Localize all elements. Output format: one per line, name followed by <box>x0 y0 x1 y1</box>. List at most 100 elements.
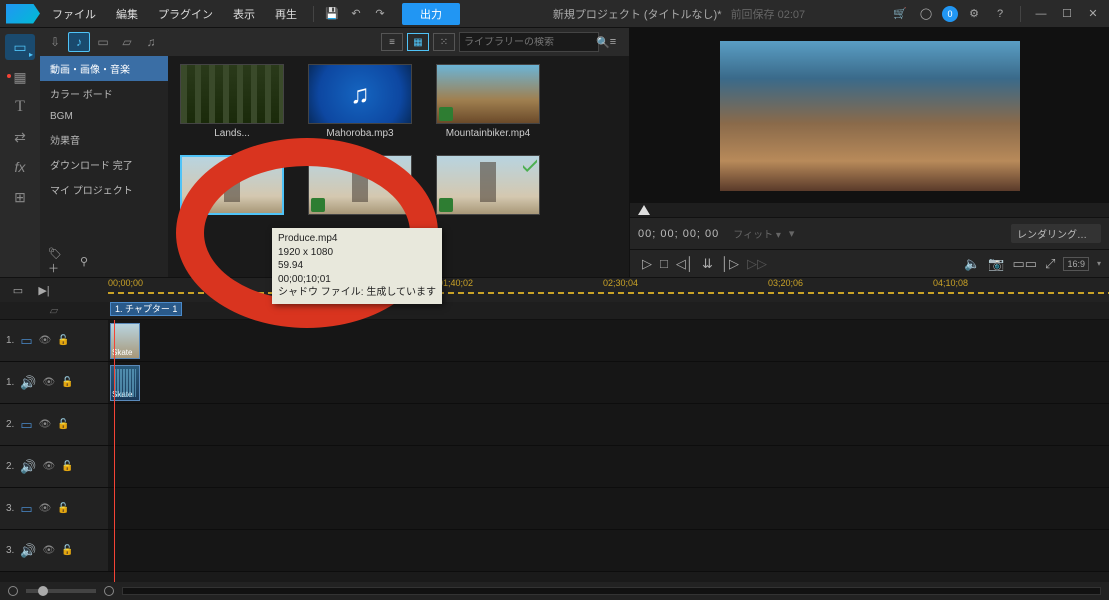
track-body[interactable]: Skate <box>108 362 1109 403</box>
next-frame-icon[interactable]: │▷ <box>721 256 739 272</box>
media-menu-icon[interactable]: ≡ <box>603 32 623 52</box>
media-thumb[interactable]: Lands... <box>180 64 284 139</box>
category-item-bgm[interactable]: BGM <box>40 106 168 127</box>
tab-video-icon[interactable]: ▭ <box>92 32 114 52</box>
track-body[interactable]: Skate <box>108 320 1109 361</box>
category-item-myproject[interactable]: マイ プロジェクト <box>40 177 168 202</box>
search-input[interactable]: 🔍 <box>459 32 599 52</box>
tab-music-icon[interactable]: ♪ <box>68 32 90 52</box>
menu-plugin[interactable]: プラグイン <box>150 2 221 26</box>
tab-audio-icon[interactable]: ♫ <box>140 32 162 52</box>
thumb-image[interactable] <box>308 155 412 215</box>
view-grid-small-icon[interactable]: ⁙ <box>433 33 455 51</box>
render-preview-button[interactable]: レンダリングプレビ... <box>1011 224 1101 243</box>
track-head[interactable]: 1.▭👁🔓 <box>0 320 108 361</box>
minimize-icon[interactable]: — <box>1031 4 1051 24</box>
rail-overlay[interactable]: ⊞ <box>5 184 35 210</box>
category-item-sfx[interactable]: 効果音 <box>40 127 168 152</box>
preview-seek-bar[interactable] <box>630 203 1109 217</box>
lock-icon[interactable]: 🔓 <box>57 335 69 346</box>
lock-icon[interactable]: 🔓 <box>57 503 69 514</box>
timeline-ruler[interactable]: 00;00;0000;50;0001;40;0202;30;0403;20;06… <box>108 278 1109 302</box>
prev-frame-icon[interactable]: ◁│ <box>676 256 694 272</box>
stop-icon[interactable]: □ <box>660 256 668 272</box>
track-head[interactable]: 2.🔊👁🔓 <box>0 446 108 487</box>
visibility-icon[interactable]: 👁 <box>43 377 56 388</box>
visibility-icon[interactable]: 👁 <box>39 503 52 514</box>
zoom-slider[interactable] <box>26 589 96 593</box>
thumb-image[interactable] <box>436 155 540 215</box>
tag-filter-icon[interactable]: ⚲ <box>74 251 94 271</box>
export-button[interactable]: 出力 <box>402 3 460 25</box>
media-thumb[interactable] <box>436 155 540 219</box>
visibility-icon[interactable]: 👁 <box>39 419 52 430</box>
category-item-downloaded[interactable]: ダウンロード 完了 <box>40 152 168 177</box>
step-icon[interactable]: ⇊ <box>702 256 713 272</box>
media-thumb[interactable] <box>180 155 284 219</box>
tab-image-icon[interactable]: ▱ <box>116 32 138 52</box>
rail-fx[interactable]: fx <box>5 154 35 180</box>
rail-transition[interactable]: ⇄ <box>5 124 35 150</box>
fit-dropdown[interactable]: フィット ▾ <box>733 226 781 241</box>
chapter-tag[interactable]: 1. チャプター 1 <box>110 302 182 316</box>
lock-icon[interactable]: 🔓 <box>61 545 73 556</box>
thumb-image[interactable] <box>180 155 284 215</box>
redo-icon[interactable]: ↷ <box>370 4 390 24</box>
track-head[interactable]: 3.▭👁🔓 <box>0 488 108 529</box>
lock-icon[interactable]: 🔓 <box>57 419 69 430</box>
tl-marker-icon[interactable]: ▭ <box>8 280 28 300</box>
media-thumb[interactable]: Mountainbiker.mp4 <box>436 64 540 139</box>
account-icon[interactable]: ◯ <box>916 4 936 24</box>
rail-media[interactable]: ▭▸ <box>5 34 35 60</box>
chapter-marker-icon[interactable]: ▱ <box>50 304 58 317</box>
settings-icon[interactable]: ⚙ <box>964 4 984 24</box>
menu-view[interactable]: 表示 <box>225 2 263 26</box>
playhead[interactable] <box>114 320 115 582</box>
thumb-image[interactable] <box>436 64 540 124</box>
view-list-icon[interactable]: ≡ <box>381 33 403 51</box>
rail-text[interactable]: T <box>5 94 35 120</box>
snapshot-icon[interactable]: 📷 <box>988 256 1004 272</box>
track-head[interactable]: 2.▭👁🔓 <box>0 404 108 445</box>
menu-play[interactable]: 再生 <box>267 2 305 26</box>
lock-icon[interactable]: 🔓 <box>61 377 73 388</box>
aspect-chevron-icon[interactable]: ▾ <box>1097 259 1101 268</box>
maximize-icon[interactable]: ☐ <box>1057 4 1077 24</box>
help-icon[interactable]: ? <box>990 4 1010 24</box>
track-body[interactable] <box>108 446 1109 487</box>
volume-icon[interactable]: 🔈 <box>964 256 980 272</box>
media-thumb[interactable] <box>308 155 412 219</box>
dual-view-icon[interactable]: ▭▭ <box>1012 256 1037 272</box>
seek-marker-icon[interactable] <box>638 205 650 215</box>
track-head[interactable]: 1.🔊👁🔓 <box>0 362 108 403</box>
visibility-icon[interactable]: 👁 <box>39 335 52 346</box>
track-head[interactable]: 3.🔊👁🔓 <box>0 530 108 571</box>
zoom-out-icon[interactable] <box>8 586 18 596</box>
rail-palette[interactable]: ▦ <box>5 64 35 90</box>
dropdown-chevron-icon[interactable]: ▾ <box>789 227 795 240</box>
notification-badge[interactable]: 0 <box>942 6 958 22</box>
thumb-image[interactable] <box>308 64 412 124</box>
lock-icon[interactable]: 🔓 <box>61 461 73 472</box>
close-icon[interactable]: ✕ <box>1083 4 1103 24</box>
undo-icon[interactable]: ↶ <box>346 4 366 24</box>
track-body[interactable] <box>108 488 1109 529</box>
aspect-ratio[interactable]: 16:9 <box>1063 257 1089 271</box>
play-icon[interactable]: ▷ <box>642 256 652 272</box>
cart-icon[interactable]: 🛒 <box>890 4 910 24</box>
tl-snap-icon[interactable]: ▶| <box>34 280 54 300</box>
visibility-icon[interactable]: 👁 <box>43 461 56 472</box>
thumb-image[interactable] <box>180 64 284 124</box>
preview-canvas[interactable] <box>630 28 1109 203</box>
view-grid-large-icon[interactable]: ▦ <box>407 33 429 51</box>
track-body[interactable] <box>108 404 1109 445</box>
search-field[interactable] <box>464 37 596 48</box>
media-thumb[interactable]: Mahoroba.mp3 <box>308 64 412 139</box>
popout-icon[interactable]: ⤢ <box>1045 256 1055 272</box>
horizontal-scrollbar[interactable] <box>122 587 1101 595</box>
save-icon[interactable]: 💾 <box>322 4 342 24</box>
category-item-all[interactable]: 動画・画像・音楽 <box>40 56 168 81</box>
zoom-handle[interactable] <box>38 586 48 596</box>
tab-import-icon[interactable]: ⇩ <box>44 32 66 52</box>
track-body[interactable] <box>108 530 1109 571</box>
